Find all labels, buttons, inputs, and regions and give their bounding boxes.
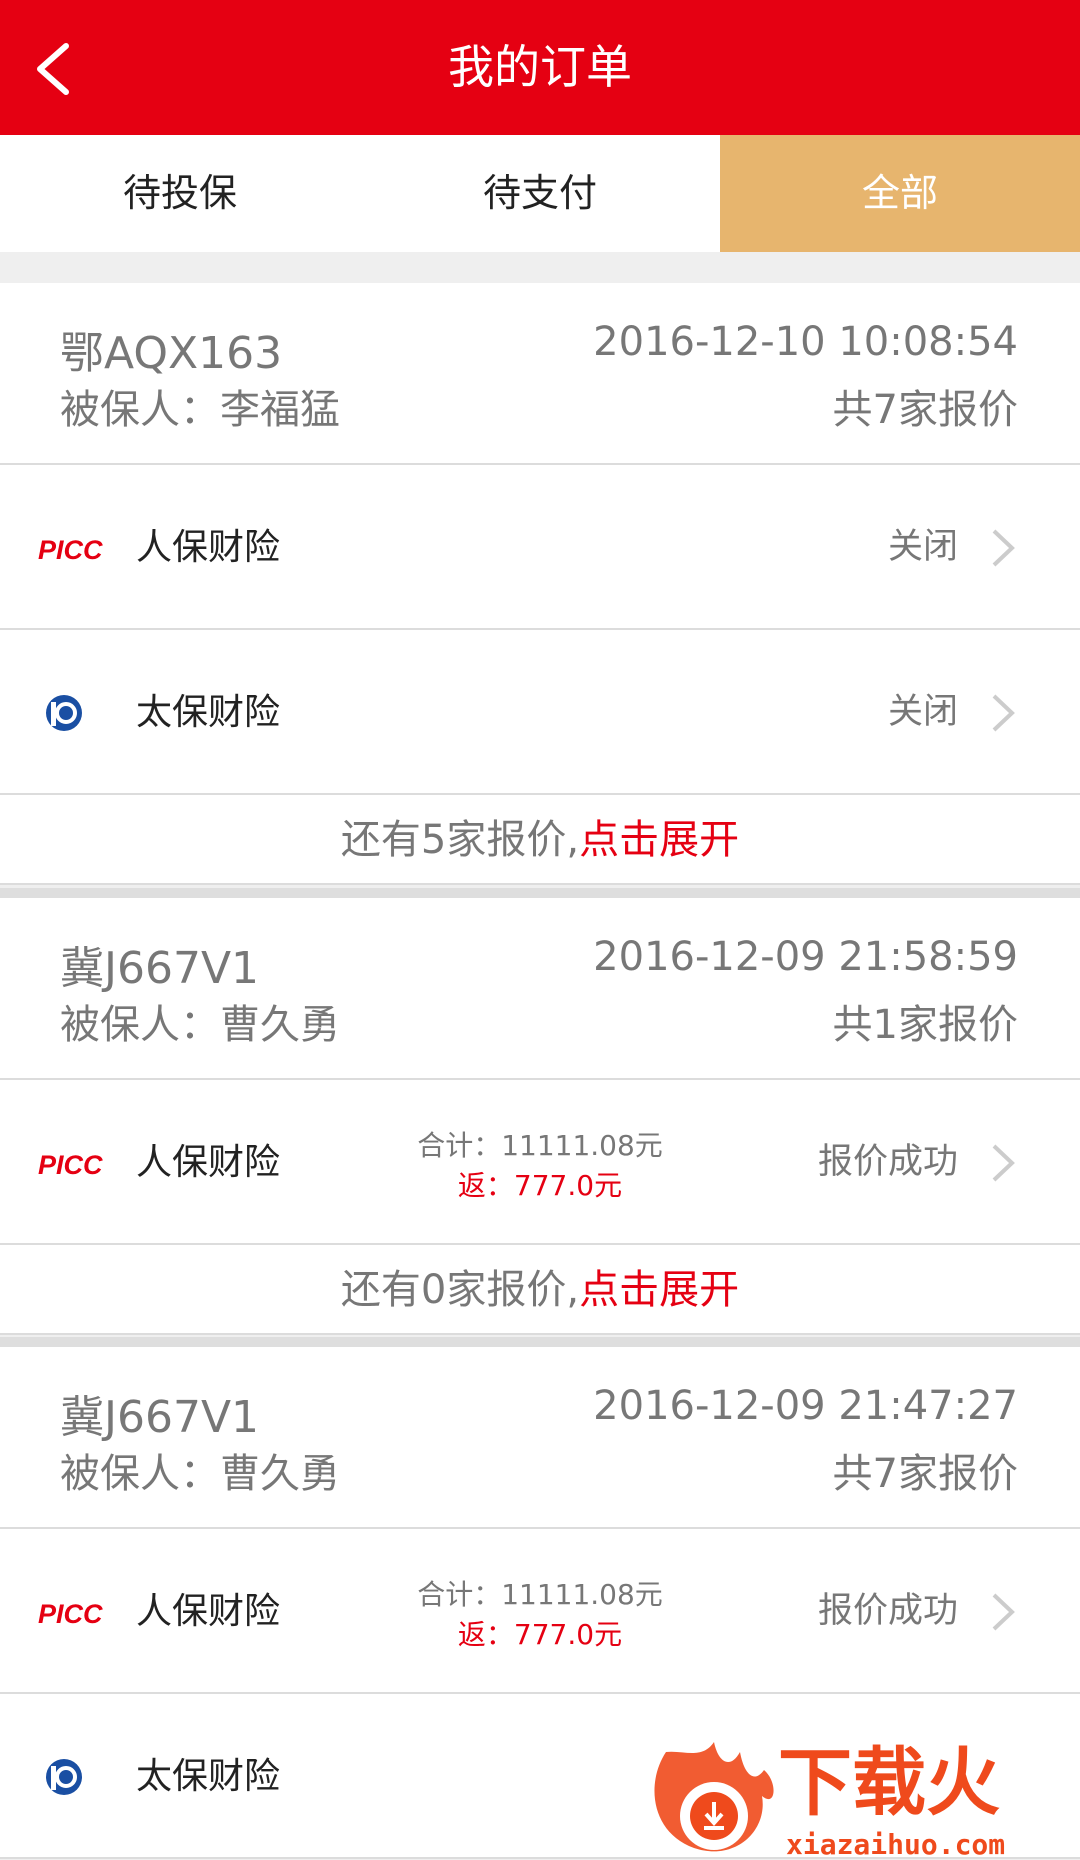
picc-logo: PICC — [38, 535, 103, 565]
insurer-row[interactable]: 太保财险 关闭 — [0, 630, 1080, 795]
expand-quotes-row[interactable]: 还有5家报价,点击展开 — [0, 795, 1080, 885]
svg-text:PICC: PICC — [38, 1599, 103, 1629]
tab-pending-payment[interactable]: 待支付 — [360, 135, 720, 252]
insurer-name: 人保财险 — [136, 1591, 281, 1632]
expand-link[interactable]: 点击展开 — [579, 817, 739, 863]
expand-quotes-row[interactable]: 还有0家报价,点击展开 — [0, 1245, 1080, 1335]
total-amount: 合计：11111.08元 — [417, 1578, 663, 1611]
card-separator — [0, 888, 1080, 898]
order-tabs: 待投保 待支付 全部 — [0, 135, 1080, 252]
total-amount: 合计：11111.08元 — [417, 1129, 663, 1162]
insurer-row[interactable]: PICC 人保财险 合计：11111.08元 返：777.0元 报价成功 — [0, 1080, 1080, 1245]
order-card: 鄂AQX163 被保人：李福猛 2016-12-10 10:08:54 共7家报… — [0, 283, 1080, 885]
remaining-quotes-text: 还有0家报价, — [340, 1267, 580, 1313]
chevron-right-icon — [992, 529, 1015, 567]
plate-number: 冀J667V1 — [60, 943, 260, 994]
insurer-row[interactable]: PICC 人保财险 关闭 — [0, 465, 1080, 630]
quote-count: 共1家报价 — [832, 1002, 1018, 1048]
page-title: 我的订单 — [448, 40, 632, 94]
quote-status: 报价成功 — [817, 1142, 958, 1182]
insured-name: 被保人：曹久勇 — [60, 1002, 340, 1048]
order-header[interactable]: 冀J667V1 被保人：曹久勇 2016-12-09 21:58:59 共1家报… — [0, 898, 1080, 1080]
insured-name: 被保人：李福猛 — [60, 387, 340, 433]
svg-text:PICC: PICC — [38, 535, 103, 565]
rebate-amount: 返：777.0元 — [457, 1169, 623, 1202]
order-time: 2016-12-09 21:58:59 — [593, 934, 1018, 980]
cpic-logo — [46, 1759, 82, 1795]
order-time: 2016-12-09 21:47:27 — [593, 1383, 1018, 1429]
app-header: 我的订单 — [0, 0, 1080, 135]
cpic-logo — [46, 695, 82, 731]
svg-text:PICC: PICC — [38, 1150, 103, 1180]
chevron-right-icon — [992, 1593, 1015, 1631]
order-header[interactable]: 冀J667V1 被保人：曹久勇 2016-12-09 21:47:27 共7家报… — [0, 1347, 1080, 1529]
chevron-right-icon — [992, 1144, 1015, 1182]
insured-name: 被保人：曹久勇 — [60, 1451, 340, 1497]
rebate-amount: 返：777.0元 — [457, 1618, 623, 1651]
order-header[interactable]: 鄂AQX163 被保人：李福猛 2016-12-10 10:08:54 共7家报… — [0, 283, 1080, 465]
insurer-name: 太保财险 — [136, 1756, 281, 1797]
quote-status: 报价成功 — [817, 1591, 958, 1631]
insurer-name: 太保财险 — [136, 692, 281, 733]
chevron-right-icon — [992, 694, 1015, 732]
quote-status: 关闭 — [887, 527, 958, 567]
insurer-name: 人保财险 — [136, 527, 281, 568]
quote-count: 共7家报价 — [832, 1451, 1018, 1497]
tab-pending-insure[interactable]: 待投保 — [0, 135, 360, 252]
quote-status: 关闭 — [887, 692, 958, 732]
plate-number: 冀J667V1 — [60, 1392, 260, 1443]
card-separator — [0, 1337, 1080, 1347]
order-time: 2016-12-10 10:08:54 — [593, 319, 1018, 365]
quote-count: 共7家报价 — [832, 387, 1018, 433]
svg-text:xiazaihuo.com: xiazaihuo.com — [786, 1828, 1005, 1860]
order-card: 冀J667V1 被保人：曹久勇 2016-12-09 21:58:59 共1家报… — [0, 898, 1080, 1335]
picc-logo: PICC — [38, 1150, 103, 1180]
svg-text:下载火: 下载火 — [778, 1740, 1000, 1826]
tab-all[interactable]: 全部 — [720, 135, 1080, 252]
remaining-quotes-text: 还有5家报价, — [340, 817, 580, 863]
insurer-name: 人保财险 — [136, 1142, 281, 1183]
picc-logo: PICC — [38, 1599, 103, 1629]
insurer-row[interactable]: PICC 人保财险 合计：11111.08元 返：777.0元 报价成功 — [0, 1529, 1080, 1694]
plate-number: 鄂AQX163 — [60, 328, 283, 379]
site-watermark: 下载火 xiazaihuo.com — [654, 1740, 1005, 1860]
expand-link[interactable]: 点击展开 — [579, 1267, 739, 1313]
